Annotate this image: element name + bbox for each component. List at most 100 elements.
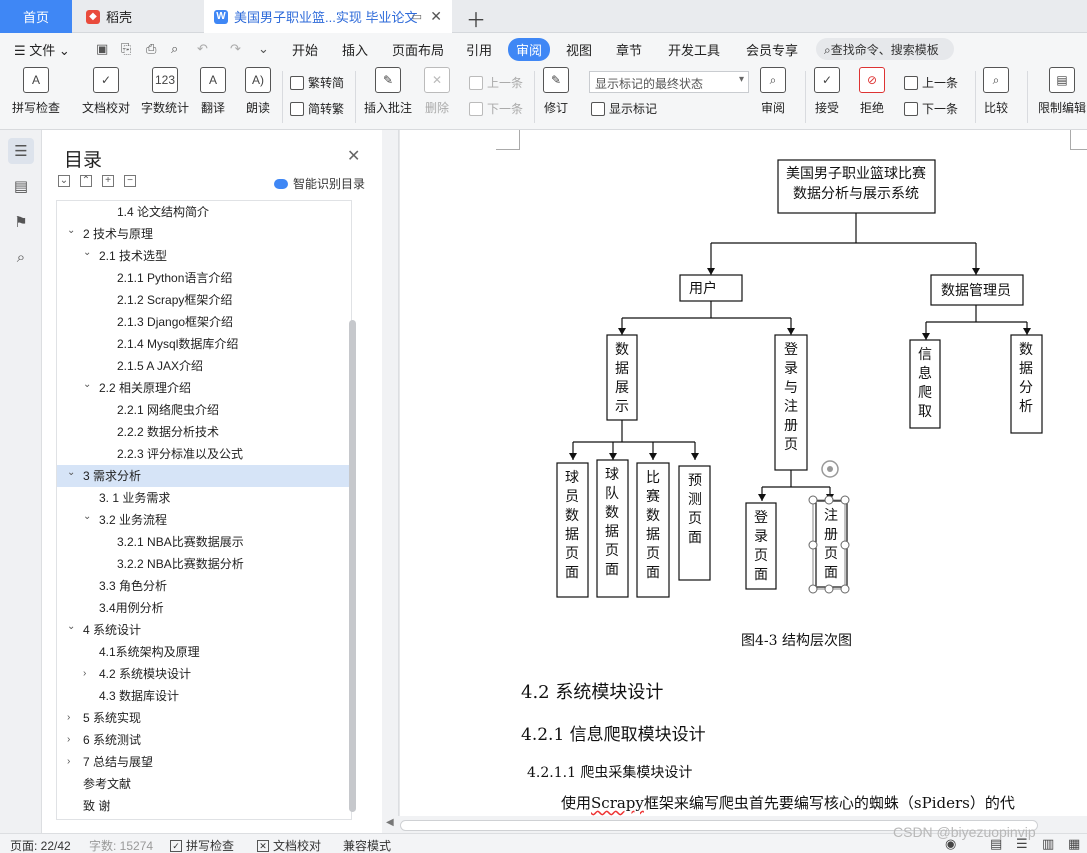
chevron-down-icon[interactable]: ⌄ — [67, 220, 75, 242]
toc-item[interactable]: 致 谢 — [57, 795, 351, 817]
menu-insert[interactable]: 插入 — [342, 40, 368, 59]
menu-references[interactable]: 引用 — [466, 40, 492, 59]
trad-to-simp-button[interactable]: 繁转简 — [290, 74, 344, 91]
prev-change-button[interactable]: 上一条 — [904, 74, 958, 91]
restrict-edit-button[interactable]: ▤ 限制编辑 — [1038, 67, 1086, 116]
toc-item[interactable]: ⌄ 3.2 业务流程 — [57, 509, 351, 531]
export-icon[interactable]: ⎘ — [121, 41, 131, 57]
menu-page-layout[interactable]: 页面布局 — [392, 40, 444, 59]
reading-view-icon[interactable]: ▥ — [1042, 836, 1054, 852]
chevron-down-icon[interactable]: ⌄ — [83, 506, 91, 528]
toc-item[interactable]: ⌄ 2 技术与原理 — [57, 223, 351, 245]
toc-item[interactable]: 2.2.3 评分标准以及公式 — [57, 443, 351, 465]
bookmark-icon[interactable]: ⚑ — [8, 209, 34, 235]
spell-check-button[interactable]: A 拼写检查 — [12, 67, 60, 116]
track-changes-button[interactable]: ✎ 修订 — [543, 67, 569, 116]
next-comment-button[interactable]: 下一条 — [469, 100, 523, 117]
menu-view[interactable]: 视图 — [566, 40, 592, 59]
menu-start[interactable]: 开始 — [292, 40, 318, 59]
page-indicator[interactable]: 页面: 22/42 — [10, 837, 71, 853]
markup-display-select[interactable]: 显示标记的最终状态 ▾ — [589, 71, 749, 93]
save-icon[interactable]: ▣ — [96, 41, 108, 57]
toc-item[interactable]: › 4.2 系统模块设计 — [57, 663, 351, 685]
tab-document[interactable]: W 美国男子职业篮...实现 毕业论文 ▭ ✕ — [204, 0, 452, 33]
toc-scrollbar[interactable] — [349, 320, 356, 812]
menu-review[interactable]: 审阅 — [508, 38, 551, 61]
toc-item[interactable]: ⌄ 2.1 技术选型 — [57, 245, 351, 267]
read-aloud-button[interactable]: A) 朗读 — [245, 67, 271, 116]
chevron-down-icon[interactable]: ⌄ — [83, 374, 91, 396]
toc-item[interactable]: 3.4用例分析 — [57, 597, 351, 619]
toc-item[interactable]: 2.2.2 数据分析技术 — [57, 421, 351, 443]
proofread-button[interactable]: ✓ 文档校对 — [82, 67, 130, 116]
compare-button[interactable]: ⌕ 比较 — [983, 67, 1009, 116]
toc-item[interactable]: › 6 系统测试 — [57, 729, 351, 751]
word-count-button[interactable]: 123 字数统计 — [141, 67, 189, 116]
chevron-right-icon[interactable]: › — [83, 663, 86, 685]
next-change-button[interactable]: 下一条 — [904, 100, 958, 117]
outline-icon[interactable]: ☰ — [8, 138, 34, 164]
toc-item[interactable]: 1.4 论文结构简介 — [57, 201, 351, 223]
menu-developer[interactable]: 开发工具 — [668, 40, 720, 59]
toc-item[interactable]: 4.1系统架构及原理 — [57, 641, 351, 663]
toc-item[interactable]: 2.2.1 网络爬虫介绍 — [57, 399, 351, 421]
chevron-right-icon[interactable]: › — [67, 751, 70, 773]
command-search[interactable]: ⌕查找命令、搜索模板 — [816, 38, 954, 60]
review-pane-button[interactable]: ⌕ 审阅 — [760, 67, 786, 116]
simp-to-trad-button[interactable]: 简转繁 — [290, 100, 344, 117]
toc-item[interactable]: › 7 总结与展望 — [57, 751, 351, 773]
toc-item[interactable]: 2.1.3 Django框架介绍 — [57, 311, 351, 333]
add-heading-icon[interactable]: + — [102, 175, 114, 187]
toc-item[interactable]: 2.1.5 A JAX介绍 — [57, 355, 351, 377]
toc-item[interactable]: 4.3 数据库设计 — [57, 685, 351, 707]
toc-item[interactable]: ⌄ 3 需求分析 — [57, 465, 351, 487]
chapter-icon[interactable]: ▤ — [8, 173, 34, 199]
prev-comment-button[interactable]: 上一条 — [469, 74, 523, 91]
search-icon[interactable]: ⌕ — [8, 244, 34, 270]
proofread-status[interactable]: ✕ 文档校对 — [257, 837, 321, 853]
translate-button[interactable]: A 翻译 — [200, 67, 226, 116]
tab-home[interactable]: 首页 — [0, 0, 72, 33]
redo-icon[interactable]: ↷ — [230, 41, 241, 57]
undo-icon[interactable]: ↶ — [197, 41, 208, 57]
file-menu[interactable]: ☰ 文件 ⌄ — [14, 40, 70, 59]
remove-heading-icon[interactable]: − — [124, 175, 136, 187]
menu-chapter[interactable]: 章节 — [616, 40, 642, 59]
scroll-left-icon[interactable]: ◀ — [386, 817, 394, 828]
quick-access-dropdown-icon[interactable]: ⌄ — [258, 41, 269, 57]
toc-item[interactable]: 2.1.4 Mysql数据库介绍 — [57, 333, 351, 355]
toc-item[interactable]: 2.1.1 Python语言介绍 — [57, 267, 351, 289]
delete-comment-button[interactable]: ✕ 删除 — [424, 67, 450, 116]
toc-item[interactable]: 参考文献 — [57, 773, 351, 795]
close-tab-icon[interactable]: ✕ — [430, 8, 442, 25]
expand-all-icon[interactable]: ⌄ — [58, 175, 70, 187]
toc-item[interactable]: 3.2.2 NBA比赛数据分析 — [57, 553, 351, 575]
close-icon[interactable]: ✕ — [347, 146, 360, 166]
print-icon[interactable]: ⎙ — [146, 41, 156, 57]
toc-item[interactable]: 3.3 角色分析 — [57, 575, 351, 597]
show-markup-button[interactable]: 显示标记 — [591, 100, 657, 117]
spell-check-status[interactable]: ✓ 拼写检查 — [170, 837, 234, 853]
tab-daoke[interactable]: ◆ 稻壳 — [74, 0, 202, 33]
toc-item[interactable]: › 5 系统实现 — [57, 707, 351, 729]
menu-member[interactable]: 会员专享 — [746, 40, 798, 59]
toc-item[interactable]: ⌄ 2.2 相关原理介绍 — [57, 377, 351, 399]
preview-icon[interactable]: ⌕ — [171, 41, 178, 57]
insert-comment-button[interactable]: ✎ 插入批注 — [364, 67, 412, 116]
reject-button[interactable]: ⊘ 拒绝 — [859, 67, 885, 116]
chevron-down-icon[interactable]: ⌄ — [67, 616, 75, 638]
smart-toc-button[interactable]: 智能识别目录 — [274, 175, 365, 192]
web-view-icon[interactable]: ▦ — [1068, 836, 1080, 852]
toc-item[interactable]: ⌄ 4 系统设计 — [57, 619, 351, 641]
monitor-icon[interactable]: ▭ — [412, 10, 422, 23]
chevron-down-icon[interactable]: ⌄ — [83, 242, 91, 264]
new-tab-button[interactable]: ＋ — [466, 4, 486, 33]
toc-item[interactable]: 3.2.1 NBA比赛数据展示 — [57, 531, 351, 553]
document-page[interactable]: 美国男子职业篮球比赛数据分析与展示系统 用户 数据管理员 数据展示 登录与注册页 信息爬取… — [400, 130, 1087, 820]
toc-item[interactable]: 2.1.2 Scrapy框架介绍 — [57, 289, 351, 311]
chevron-right-icon[interactable]: › — [67, 707, 70, 729]
toc-item[interactable]: 3. 1 业务需求 — [57, 487, 351, 509]
chevron-right-icon[interactable]: › — [67, 729, 70, 751]
accept-button[interactable]: ✓ 接受 — [814, 67, 840, 116]
word-count-status[interactable]: 字数: 15274 — [89, 837, 153, 853]
